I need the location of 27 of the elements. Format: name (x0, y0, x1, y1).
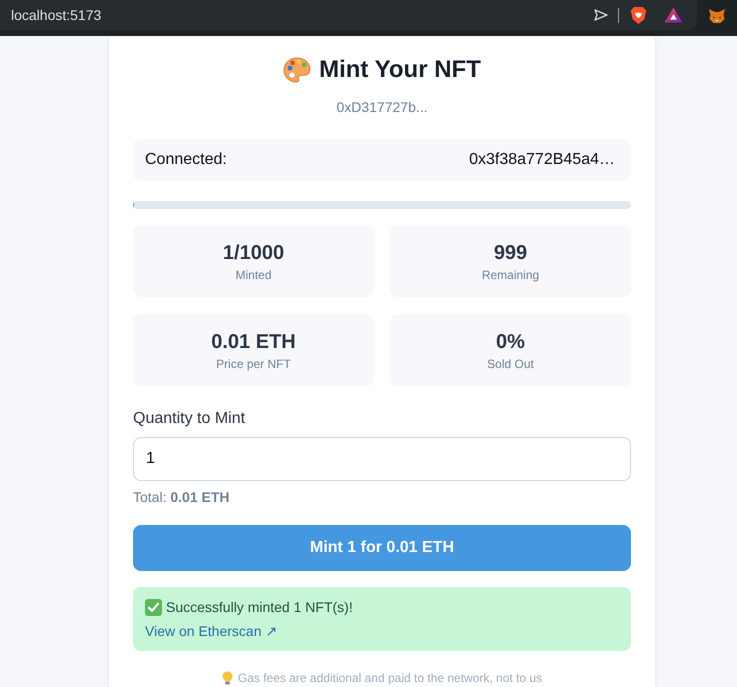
stat-label: Sold Out (487, 356, 534, 372)
contract-address: 0xD317727b... (336, 98, 428, 117)
success-message: Successfully minted 1 NFT(s)! (166, 598, 353, 617)
wallet-address: 0x3f38a772B45a4… (469, 150, 615, 170)
lion-shield-icon[interactable] (630, 6, 647, 24)
stat-value: 1/1000 (222, 240, 284, 266)
stat-value: 0% (496, 330, 525, 354)
stat-value: 0.01 ETH (211, 330, 296, 354)
gas-fee-note: Gas fees are additional and paid to the network, not to us (238, 670, 542, 686)
page-title: Mint Your NFT (319, 55, 481, 85)
triangle-icon[interactable] (664, 7, 683, 23)
quantity-input[interactable]: 1 (133, 437, 631, 481)
stat-value: 999 (494, 240, 528, 266)
total-amount-text: Total: 0.01 ETH (133, 488, 230, 507)
url-text: localhost:5173 (11, 6, 102, 24)
stat-label: Remaining (482, 266, 540, 282)
etherscan-link[interactable]: View on Etherscan ↗ (145, 621, 278, 641)
triangle-arrow-icon[interactable] (594, 9, 608, 21)
palette-icon (283, 57, 312, 83)
check-icon (145, 598, 162, 616)
stat-label: Price per NFT (216, 356, 291, 372)
quantity-label: Quantity to Mint (133, 409, 246, 429)
stat-label: Minted (235, 266, 272, 282)
lightbulb-icon (222, 671, 233, 685)
address-bar[interactable]: localhost:5173 (0, 0, 697, 30)
fox-icon[interactable] (708, 8, 726, 24)
wallet-label: Connected: (145, 150, 227, 170)
